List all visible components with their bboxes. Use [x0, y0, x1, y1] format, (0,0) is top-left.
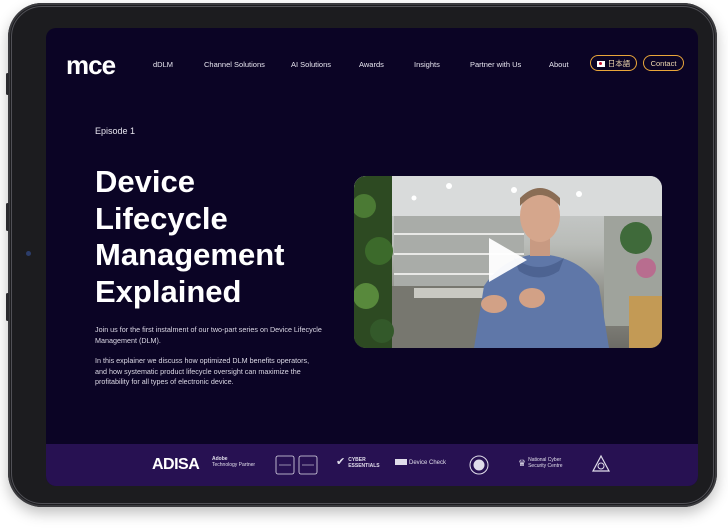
device-check-label: Device Check — [409, 460, 447, 466]
triangle-certification-icon — [592, 454, 610, 472]
adobe-partner-label: Technology Partner — [212, 462, 256, 468]
episode-label: Episode 1 — [95, 126, 136, 136]
play-icon[interactable] — [489, 238, 527, 282]
title-line: Device — [95, 164, 195, 199]
crest-icon: ♛ — [518, 458, 527, 468]
page-title: Device Lifecycle Management Explained — [95, 164, 355, 310]
nav-link-insights[interactable]: Insights — [414, 60, 440, 69]
checkmark-icon: ✔ — [336, 456, 346, 468]
title-line: Lifecycle — [95, 200, 228, 236]
intro-paragraph: Join us for the first instalment of our … — [95, 325, 322, 345]
mce-logo[interactable]: mce — [66, 50, 116, 81]
tablet-side-button — [6, 73, 9, 95]
nav-link-about[interactable]: About — [549, 60, 569, 69]
japan-flag-icon — [596, 61, 605, 67]
language-label: 日本語 — [607, 59, 631, 68]
top-navigation: mce dDLM Channel Solutions AI Solutions … — [46, 28, 698, 98]
certificate-badges-icon — [275, 455, 318, 475]
tablet-frame: mce dDLM Channel Solutions AI Solutions … — [6, 3, 717, 507]
nav-link-channel-solutions[interactable]: Channel Solutions — [204, 60, 265, 69]
bar-graph-icon — [395, 459, 407, 465]
tablet-volume-down-button — [6, 293, 9, 321]
device-check-badge: Device Check — [395, 459, 446, 466]
title-line: Management — [95, 237, 285, 272]
nav-link-partner-with-us[interactable]: Partner with Us — [470, 60, 521, 69]
title-line: Explained — [95, 273, 242, 309]
video-player[interactable] — [354, 176, 662, 348]
adobe-partner-badge: Adobe Technology Partner — [212, 456, 255, 468]
nav-link-ddlm[interactable]: dDLM — [153, 60, 173, 69]
contact-button[interactable]: Contact — [643, 55, 684, 71]
explainer-paragraph: In this explainer we discuss how optimiz… — [95, 356, 310, 386]
ncsc-badge: ♛ National Cyber Security Centre — [518, 457, 563, 469]
language-button[interactable]: 日本語 — [590, 55, 637, 71]
certification-strip: ADISA Adobe Technology Partner ✔ CYBER E… — [46, 444, 698, 486]
nav-link-awards[interactable]: Awards — [359, 60, 384, 69]
website-screen: mce dDLM Channel Solutions AI Solutions … — [46, 28, 698, 486]
tablet-volume-up-button — [6, 203, 9, 231]
camera-icon — [26, 251, 31, 256]
cyber-essentials-badge: ✔ CYBER ESSENTIALS — [336, 456, 380, 470]
nav-link-ai-solutions[interactable]: AI Solutions — [291, 60, 331, 69]
adisa-logo: ADISA — [152, 456, 200, 473]
iso-seal-icon — [469, 455, 489, 475]
